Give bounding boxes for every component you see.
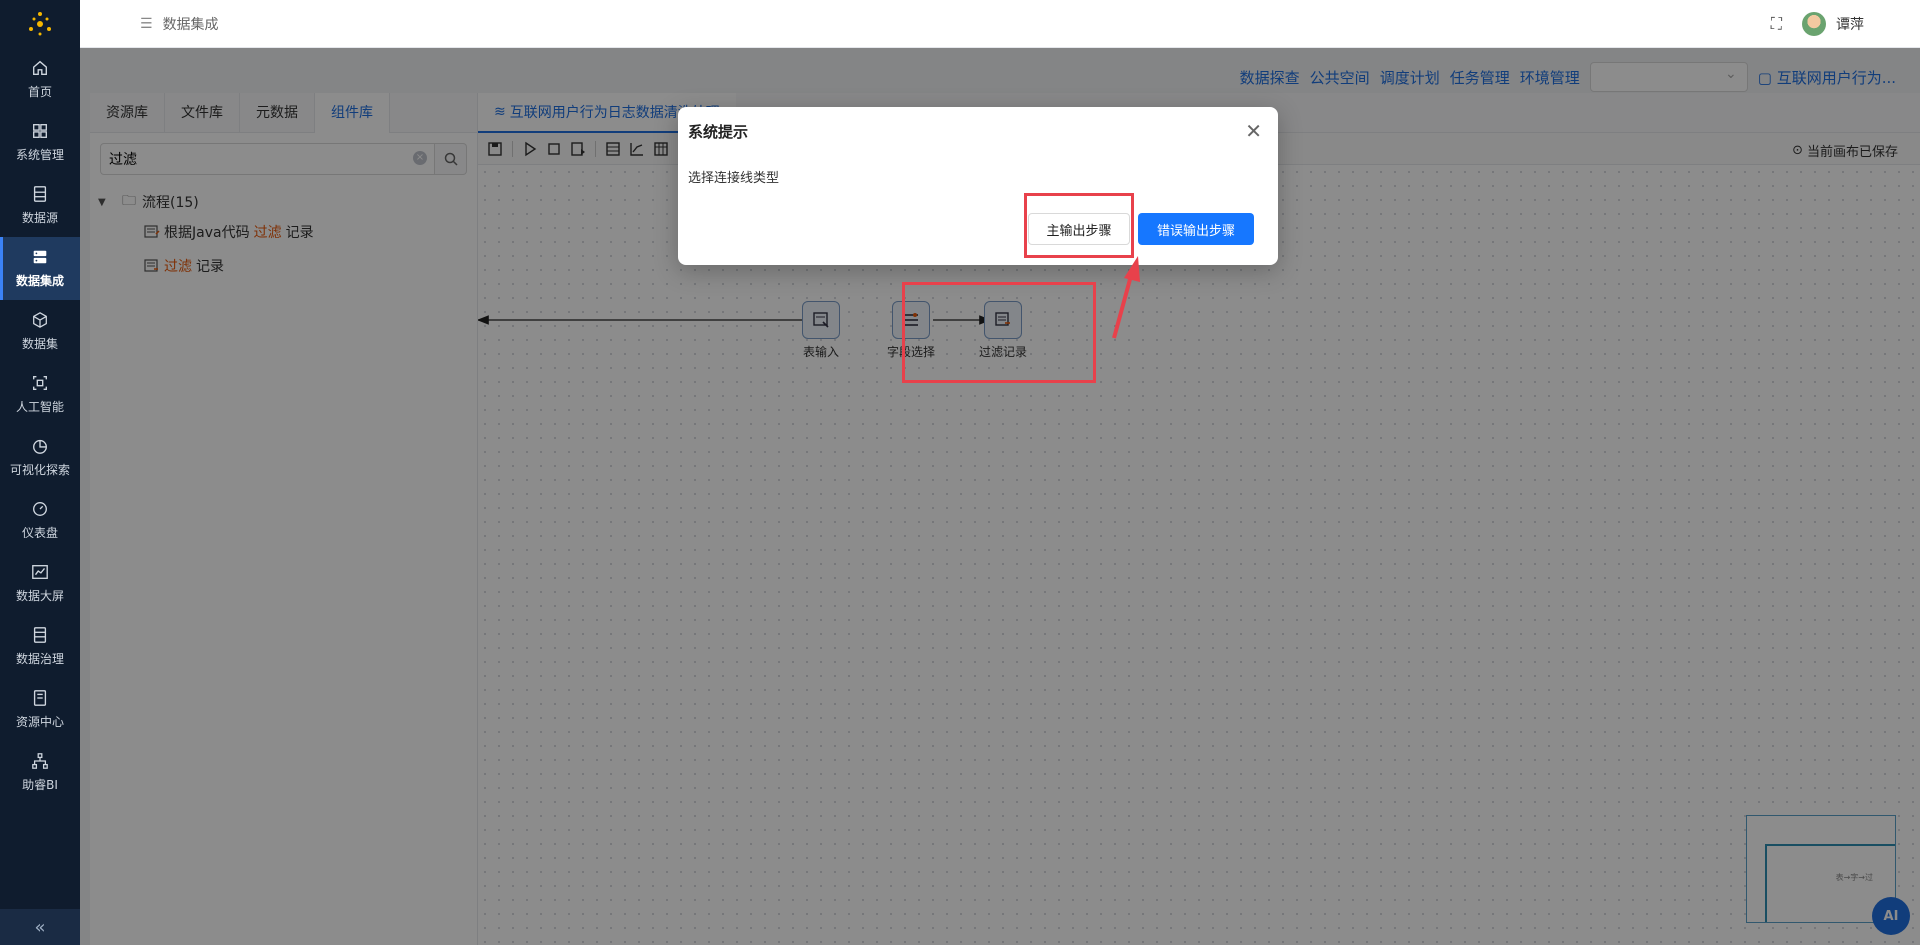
sidebar-item-label: 人工智能 <box>15 400 64 414</box>
sidebar-item-label: 可视化探索 <box>9 463 70 477</box>
sidebar-item-governance[interactable]: 数据治理 <box>0 615 80 678</box>
sidebar-item-bi[interactable]: 助睿BI <box>0 741 80 804</box>
sidebar-item-label: 数据治理 <box>15 652 64 666</box>
home-icon <box>33 60 47 75</box>
sidebar-item-datasource[interactable]: 数据源 <box>0 174 80 237</box>
sidebar-item-label: 首页 <box>27 85 52 99</box>
error-output-button[interactable]: 错误输出步骤 <box>1138 213 1254 245</box>
annotation-box-nodes <box>902 282 1096 383</box>
sidebar-item-label: 数据源 <box>21 211 58 225</box>
sidebar-item-dataset[interactable]: 数据集 <box>0 300 80 363</box>
grid-icon <box>33 124 47 138</box>
dialog-message: 选择连接线类型 <box>688 171 780 186</box>
annotation-arrow <box>1112 256 1140 339</box>
sidebar-item-label: 仪表盘 <box>21 526 58 540</box>
sidebar-item-visual[interactable]: 可视化探索 <box>0 426 80 489</box>
database-icon <box>33 186 47 202</box>
sidebar-item-label: 数据大屏 <box>15 589 64 603</box>
avatar[interactable] <box>1802 11 1826 36</box>
sidebar-item-ai[interactable]: 人工智能 <box>0 363 80 426</box>
sidebar-item-resource[interactable]: 资源中心 <box>0 678 80 741</box>
sidebar-item-label: 数据集 <box>21 337 58 351</box>
sidebar-item-label: 助睿BI <box>22 778 58 792</box>
menu-icon[interactable]: ☰ <box>140 16 153 32</box>
system-dialog: 系统提示 ✕ 选择连接线类型 主输出步骤 错误输出步骤 <box>678 107 1278 265</box>
sidebar-item-home[interactable]: 首页 <box>0 48 80 111</box>
sidebar-item-label: 系统管理 <box>15 148 64 162</box>
server-stack-icon <box>33 250 47 264</box>
sidebar-item-bigscreen[interactable]: 数据大屏 <box>0 552 80 615</box>
line-chart-icon <box>32 565 48 579</box>
pie-chart-icon <box>33 439 47 454</box>
org-chart-icon <box>32 753 48 769</box>
document-icon <box>33 627 47 643</box>
sidebar-item-dashboard[interactable]: 仪表盘 <box>0 489 80 552</box>
sidebar: 首页 系统管理 数据源 数据集成 数据集 人工智能 可视化探索 仪表盘 数据大屏… <box>0 0 80 945</box>
username[interactable]: 谭萍 <box>1836 14 1864 34</box>
breadcrumb: ☰ 数据集成 <box>140 14 219 34</box>
fullscreen-icon[interactable]: ⛶ <box>1771 14 1782 34</box>
user-area: ⛶ 谭萍 <box>1771 11 1864 36</box>
dialog-title: 系统提示 <box>688 123 749 141</box>
sidebar-item-label: 数据集成 <box>15 274 64 288</box>
sidebar-item-label: 资源中心 <box>15 715 64 729</box>
top-bar: ☰ 数据集成 ⛶ 谭萍 <box>80 0 1920 48</box>
sidebar-item-integration[interactable]: 数据集成 <box>0 237 80 300</box>
app-logo[interactable] <box>0 0 80 48</box>
gauge-icon <box>33 502 47 516</box>
scan-icon <box>33 376 47 390</box>
logo-icon <box>29 12 51 36</box>
breadcrumb-item: 数据集成 <box>162 16 219 33</box>
archive-icon <box>33 690 47 706</box>
close-icon[interactable]: ✕ <box>1245 119 1262 143</box>
sidebar-item-system[interactable]: 系统管理 <box>0 111 80 174</box>
annotation-box-button <box>1024 193 1134 258</box>
collapse-sidebar-button[interactable]: « <box>0 909 80 945</box>
double-chevron-left-icon: « <box>34 916 46 938</box>
cube-icon <box>33 312 47 328</box>
